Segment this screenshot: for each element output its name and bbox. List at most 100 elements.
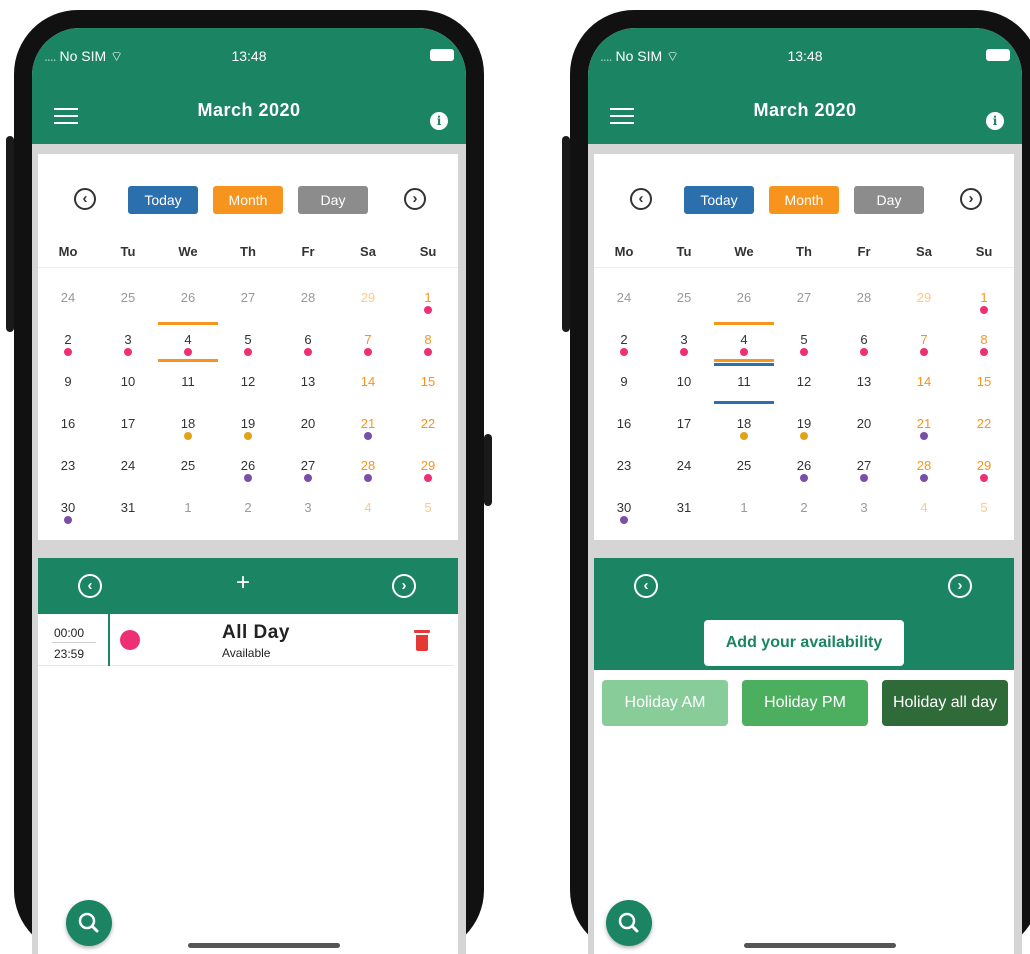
calendar-day[interactable]: 28 <box>834 290 894 305</box>
calendar-day[interactable]: 29 <box>398 458 458 473</box>
calendar-day[interactable]: 4 <box>158 332 218 347</box>
month-button[interactable]: Month <box>213 186 283 214</box>
calendar-day[interactable]: 24 <box>38 290 98 305</box>
calendar-day[interactable]: 2 <box>218 500 278 515</box>
chevron-left-icon[interactable]: ‹ <box>74 188 96 210</box>
calendar-day[interactable]: 9 <box>38 374 98 389</box>
calendar-day[interactable]: 28 <box>278 290 338 305</box>
calendar-day[interactable]: 4 <box>894 500 954 515</box>
calendar-day[interactable]: 4 <box>338 500 398 515</box>
chevron-right-icon[interactable]: › <box>948 574 972 598</box>
chevron-right-icon[interactable]: › <box>392 574 416 598</box>
calendar-day[interactable]: 25 <box>98 290 158 305</box>
calendar-day[interactable]: 20 <box>278 416 338 431</box>
today-button[interactable]: Today <box>128 186 198 214</box>
calendar-day[interactable]: 3 <box>98 332 158 347</box>
calendar-day[interactable]: 26 <box>774 458 834 473</box>
calendar-day[interactable]: 5 <box>218 332 278 347</box>
calendar-day[interactable]: 28 <box>338 458 398 473</box>
calendar-day[interactable]: 14 <box>894 374 954 389</box>
holiday-pm-button[interactable]: Holiday PM <box>742 680 868 726</box>
calendar-day[interactable]: 10 <box>98 374 158 389</box>
chevron-left-icon[interactable]: ‹ <box>630 188 652 210</box>
calendar-day[interactable]: 28 <box>894 458 954 473</box>
calendar-day[interactable]: 26 <box>158 290 218 305</box>
calendar-day[interactable]: 5 <box>398 500 458 515</box>
calendar-day[interactable]: 1 <box>158 500 218 515</box>
calendar-day[interactable]: 25 <box>654 290 714 305</box>
calendar-day[interactable]: 17 <box>654 416 714 431</box>
calendar-day[interactable]: 29 <box>954 458 1014 473</box>
chevron-left-icon[interactable]: ‹ <box>78 574 102 598</box>
calendar-day[interactable]: 7 <box>338 332 398 347</box>
calendar-day[interactable]: 22 <box>398 416 458 431</box>
calendar-day[interactable]: 16 <box>38 416 98 431</box>
calendar-day[interactable]: 13 <box>834 374 894 389</box>
calendar-day[interactable]: 21 <box>894 416 954 431</box>
calendar-day[interactable]: 20 <box>834 416 894 431</box>
calendar-day[interactable]: 26 <box>218 458 278 473</box>
search-button[interactable] <box>66 900 112 946</box>
calendar-day[interactable]: 15 <box>398 374 458 389</box>
calendar-day[interactable]: 15 <box>954 374 1014 389</box>
calendar-day[interactable]: 8 <box>954 332 1014 347</box>
calendar-day[interactable]: 9 <box>594 374 654 389</box>
calendar-day[interactable]: 3 <box>834 500 894 515</box>
calendar-day[interactable]: 23 <box>38 458 98 473</box>
calendar-day[interactable]: 1 <box>398 290 458 305</box>
info-icon[interactable]: i <box>430 112 448 130</box>
add-availability-button[interactable]: Add your availability <box>704 620 904 666</box>
calendar-day[interactable]: 29 <box>894 290 954 305</box>
day-button[interactable]: Day <box>854 186 924 214</box>
today-button[interactable]: Today <box>684 186 754 214</box>
calendar-day[interactable]: 25 <box>158 458 218 473</box>
calendar-day[interactable]: 31 <box>654 500 714 515</box>
calendar-day[interactable]: 24 <box>594 290 654 305</box>
calendar-day[interactable]: 3 <box>654 332 714 347</box>
calendar-day[interactable]: 5 <box>954 500 1014 515</box>
calendar-day[interactable]: 5 <box>774 332 834 347</box>
calendar-day[interactable]: 8 <box>398 332 458 347</box>
calendar-day[interactable]: 24 <box>654 458 714 473</box>
month-button[interactable]: Month <box>769 186 839 214</box>
day-button[interactable]: Day <box>298 186 368 214</box>
calendar-day[interactable]: 30 <box>594 500 654 515</box>
calendar-day[interactable]: 7 <box>894 332 954 347</box>
calendar-day[interactable]: 16 <box>594 416 654 431</box>
calendar-day[interactable]: 21 <box>338 416 398 431</box>
calendar-day[interactable]: 17 <box>98 416 158 431</box>
calendar-day[interactable]: 29 <box>338 290 398 305</box>
calendar-day[interactable]: 25 <box>714 458 774 473</box>
chevron-right-icon[interactable]: › <box>960 188 982 210</box>
calendar-day[interactable]: 18 <box>714 416 774 431</box>
calendar-day[interactable]: 30 <box>38 500 98 515</box>
calendar-day[interactable]: 19 <box>774 416 834 431</box>
chevron-right-icon[interactable]: › <box>404 188 426 210</box>
trash-icon[interactable] <box>414 630 430 652</box>
calendar-day[interactable]: 19 <box>218 416 278 431</box>
plus-icon[interactable]: + <box>236 569 250 597</box>
calendar-day[interactable]: 26 <box>714 290 774 305</box>
calendar-day[interactable]: 14 <box>338 374 398 389</box>
calendar-day[interactable]: 13 <box>278 374 338 389</box>
holiday-am-button[interactable]: Holiday AM <box>602 680 728 726</box>
info-icon[interactable]: i <box>986 112 1004 130</box>
calendar-day[interactable]: 1 <box>714 500 774 515</box>
calendar-day[interactable]: 2 <box>38 332 98 347</box>
calendar-day[interactable]: 2 <box>594 332 654 347</box>
chevron-left-icon[interactable]: ‹ <box>634 574 658 598</box>
calendar-day[interactable]: 11 <box>714 374 774 389</box>
calendar-day[interactable]: 31 <box>98 500 158 515</box>
calendar-day[interactable]: 4 <box>714 332 774 347</box>
calendar-day[interactable]: 22 <box>954 416 1014 431</box>
calendar-day[interactable]: 10 <box>654 374 714 389</box>
calendar-day[interactable]: 3 <box>278 500 338 515</box>
calendar-day[interactable]: 2 <box>774 500 834 515</box>
search-button[interactable] <box>606 900 652 946</box>
holiday-all-day-button[interactable]: Holiday all day <box>882 680 1008 726</box>
calendar-day[interactable]: 12 <box>218 374 278 389</box>
calendar-day[interactable]: 27 <box>834 458 894 473</box>
calendar-day[interactable]: 6 <box>278 332 338 347</box>
calendar-day[interactable]: 6 <box>834 332 894 347</box>
calendar-day[interactable]: 27 <box>774 290 834 305</box>
